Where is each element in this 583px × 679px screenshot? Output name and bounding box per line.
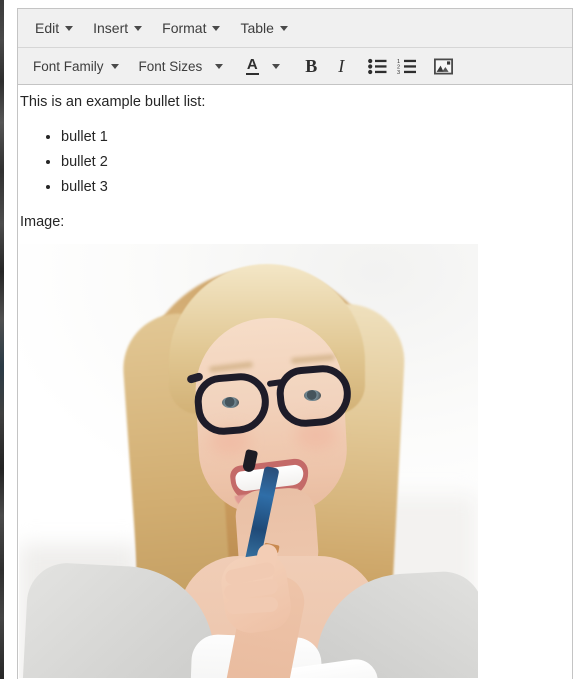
bold-icon: B [305,55,318,76]
insert-image-button[interactable] [428,53,458,79]
editor-content-area[interactable]: This is an example bullet list: bullet 1… [18,85,572,678]
chevron-down-icon [134,25,143,31]
editor-toolbar: Font Family Font Sizes A B I 1 2 3 [18,48,572,85]
image-label: Image: [20,213,65,230]
rich-text-editor[interactable]: Edit Insert Format Table Font Family Fon… [17,8,573,679]
window-gap [4,0,5,679]
bullet-list: bullet 1 bullet 2 bullet 3 [19,127,572,197]
chevron-down-icon [212,25,221,31]
bold-button[interactable]: B [296,53,326,79]
chevron-down-icon [279,25,288,31]
menu-item-insert[interactable]: Insert [84,16,151,40]
text-color-button[interactable]: A [240,53,264,79]
list-item: bullet 2 [61,152,572,172]
italic-button[interactable]: I [326,53,356,79]
embedded-image[interactable] [19,244,478,678]
numbered-list-button[interactable]: 1 2 3 [392,53,422,79]
menu-item-edit[interactable]: Edit [26,16,82,40]
embedded-image-canvas [19,244,478,678]
font-family-label: Font Family [33,58,104,74]
font-sizes-label: Font Sizes [138,58,203,74]
menu-item-table-label: Table [240,20,274,36]
insert-image-icon [433,57,453,74]
svg-text:3: 3 [397,70,400,75]
chevron-down-icon [110,63,119,69]
text-color-icon: A [245,56,259,75]
menu-item-table[interactable]: Table [231,16,296,40]
menu-item-edit-label: Edit [35,20,60,36]
bullet-list-icon [367,58,387,74]
menu-item-insert-label: Insert [93,20,129,36]
editor-menubar: Edit Insert Format Table [18,9,572,48]
font-sizes-dropdown[interactable]: Font Sizes [132,55,231,78]
italic-icon: I [338,55,345,76]
menu-item-format[interactable]: Format [153,16,229,40]
intro-paragraph: This is an example bullet list: [20,94,206,110]
chevron-down-icon [65,25,74,31]
font-family-dropdown[interactable]: Font Family [26,55,126,78]
text-color-dropdown[interactable] [264,53,288,79]
numbered-list-icon: 1 2 3 [397,59,417,75]
chevron-down-icon [272,63,281,69]
chevron-down-icon [215,63,224,69]
list-item: bullet 3 [61,177,572,197]
list-item: bullet 1 [61,127,572,147]
bullet-list-button[interactable] [362,53,392,79]
menu-item-format-label: Format [162,20,207,36]
